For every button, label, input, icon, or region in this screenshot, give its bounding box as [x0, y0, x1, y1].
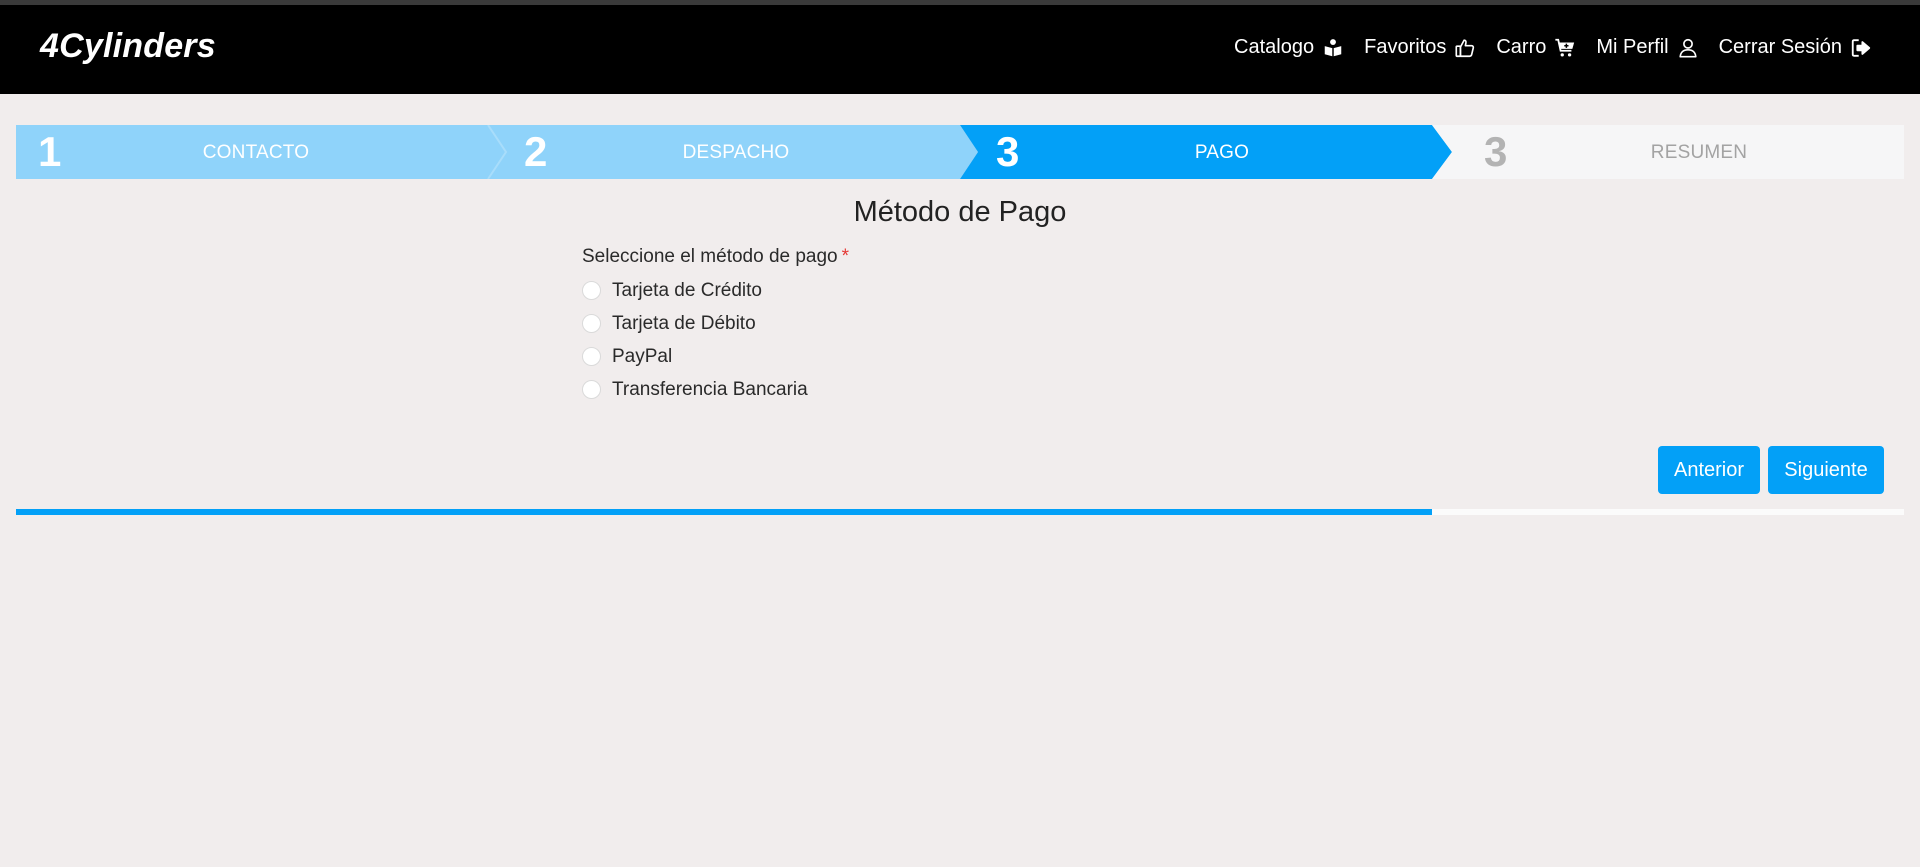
step-4-label: RESUMEN [1650, 142, 1748, 163]
book-reader-icon [1322, 37, 1344, 59]
payment-method-label-text: Seleccione el método de pago [582, 246, 838, 267]
radio-transferencia-bancaria[interactable] [582, 380, 601, 399]
checkout-stepper: 1 CONTACTO 2 DESPACHO 3 PAGO 3 RESUMEN [16, 125, 1904, 179]
sign-out-icon [1850, 37, 1872, 59]
nav-favoritos[interactable]: Favoritos [1364, 36, 1476, 59]
option-label[interactable]: Transferencia Bancaria [612, 379, 808, 401]
navbar: 4Cylinders Catalogo Favoritos Carro Mi P… [0, 5, 1920, 94]
option-label[interactable]: Tarjeta de Crédito [612, 280, 762, 302]
progress-bar-fill [16, 509, 1432, 515]
radio-paypal[interactable] [582, 347, 601, 366]
step-contacto[interactable]: 1 CONTACTO [16, 125, 488, 179]
option-paypal[interactable]: PayPal [582, 340, 808, 373]
nav-favoritos-label: Favoritos [1364, 36, 1447, 58]
previous-button[interactable]: Anterior [1658, 446, 1760, 494]
user-icon [1677, 37, 1699, 59]
nav-carro[interactable]: Carro [1496, 36, 1576, 59]
step-1-label: CONTACTO [202, 142, 310, 163]
nav-mi-perfil[interactable]: Mi Perfil [1596, 36, 1698, 59]
step-pago[interactable]: 3 PAGO [960, 125, 1432, 179]
payment-method-label: Seleccione el método de pago * [582, 246, 849, 268]
option-tarjeta-credito[interactable]: Tarjeta de Crédito [582, 274, 808, 307]
page-title: Método de Pago [853, 196, 1067, 228]
nav-cerrar-sesion[interactable]: Cerrar Sesión [1719, 36, 1872, 59]
step-1-number: 1 [38, 128, 62, 175]
step-despacho[interactable]: 2 DESPACHO [488, 125, 960, 179]
thumbs-up-icon [1454, 37, 1476, 59]
nav-cerrar-sesion-label: Cerrar Sesión [1718, 36, 1842, 58]
step-3-number: 3 [996, 128, 1020, 175]
radio-tarjeta-credito[interactable] [582, 281, 601, 300]
shopping-cart-icon [1554, 37, 1576, 59]
progress-bar [16, 509, 1904, 515]
required-marker: * [841, 246, 850, 267]
next-button[interactable]: Siguiente [1768, 446, 1884, 494]
nav-catalogo[interactable]: Catalogo [1234, 36, 1344, 59]
nav-carro-label: Carro [1496, 36, 1547, 58]
step-4-number: 3 [1484, 128, 1508, 175]
payment-method-options: Tarjeta de Crédito Tarjeta de Débito Pay… [582, 274, 808, 406]
option-label[interactable]: PayPal [612, 346, 672, 368]
radio-tarjeta-debito[interactable] [582, 314, 601, 333]
step-3-label: PAGO [1194, 142, 1250, 163]
option-label[interactable]: Tarjeta de Débito [612, 313, 756, 335]
option-transferencia-bancaria[interactable]: Transferencia Bancaria [582, 373, 808, 406]
nav-catalogo-label: Catalogo [1234, 36, 1315, 58]
option-tarjeta-debito[interactable]: Tarjeta de Débito [582, 307, 808, 340]
step-resumen[interactable]: 3 RESUMEN [1432, 125, 1904, 179]
nav-links: Catalogo Favoritos Carro Mi Perfil Cerra… [1234, 36, 1872, 59]
step-2-number: 2 [524, 128, 548, 175]
brand-logo[interactable]: 4Cylinders [40, 27, 216, 66]
nav-mi-perfil-label: Mi Perfil [1596, 36, 1669, 58]
step-2-label: DESPACHO [682, 142, 790, 163]
